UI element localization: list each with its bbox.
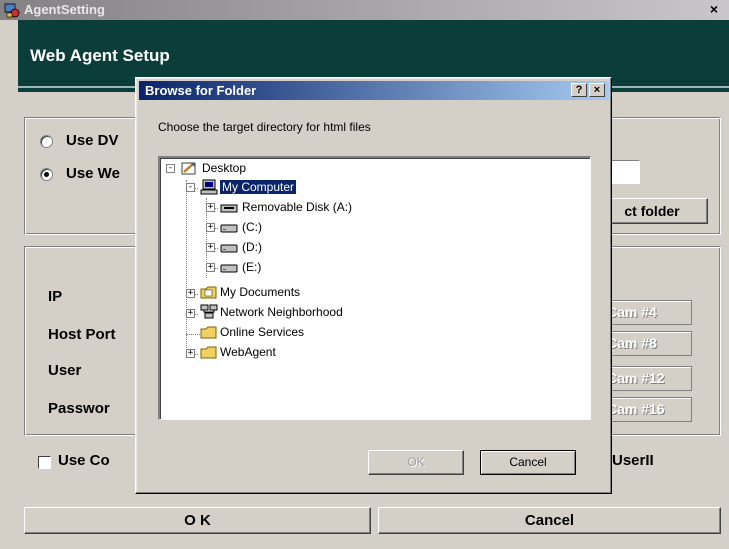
hard-drive-icon <box>220 264 238 273</box>
ip-label: IP <box>48 288 63 305</box>
folder-tree[interactable]: - Desktop - My Computer + Removable Disk… <box>158 156 591 420</box>
hard-drive-icon <box>220 244 238 253</box>
tree-item-removable-disk[interactable]: Removable Disk (A:) <box>242 200 352 214</box>
expander-drive-c[interactable]: + <box>206 223 215 232</box>
tree-item-webagent[interactable]: WebAgent <box>220 345 276 359</box>
documents-folder-icon <box>200 286 217 299</box>
tree-item-my-computer[interactable]: My Computer <box>220 180 297 194</box>
tree-item-network-neighborhood[interactable]: Network Neighborhood <box>220 305 343 319</box>
dialog-prompt: Choose the target directory for html fil… <box>158 120 371 134</box>
expander-my-documents[interactable]: + <box>186 289 195 298</box>
dialog-ok-button[interactable]: OK <box>368 450 464 475</box>
dialog-titlebar: Browse for Folder ? × <box>139 81 609 100</box>
computer-icon <box>200 179 218 195</box>
browse-folder-dialog: Browse for Folder ? × Choose the target … <box>135 77 612 494</box>
tree-item-my-documents[interactable]: My Documents <box>220 285 300 299</box>
host-port-label: Host Port <box>48 326 116 343</box>
main-titlebar: AgentSetting × <box>0 0 729 20</box>
expander-removable-disk[interactable]: + <box>206 203 215 212</box>
option-use-web-label: Use We <box>66 165 120 182</box>
tree-item-drive-c[interactable]: (C:) <box>242 220 262 234</box>
tree-item-drive-e[interactable]: (E:) <box>242 260 261 274</box>
expander-my-computer[interactable]: - <box>186 183 195 192</box>
help-icon[interactable]: ? <box>571 83 587 97</box>
select-folder-button[interactable]: ct folder <box>596 198 708 224</box>
expander-network[interactable]: + <box>186 309 195 318</box>
use-co-checkbox[interactable] <box>38 456 51 469</box>
cam-16-button[interactable]: Cam #16 <box>606 397 692 422</box>
setup-header-title: Web Agent Setup <box>30 46 170 65</box>
dialog-title: Browse for Folder <box>145 83 257 98</box>
app-icon <box>4 3 20 18</box>
radio-use-dv[interactable] <box>40 135 53 148</box>
ok-button[interactable]: O K <box>24 507 371 534</box>
use-co-label: Use Co <box>58 452 110 469</box>
floppy-drive-icon <box>220 204 238 213</box>
expander-desktop[interactable]: - <box>166 164 175 173</box>
folder-icon <box>200 326 217 339</box>
network-icon <box>200 304 218 319</box>
radio-use-web[interactable] <box>40 168 53 181</box>
folder-icon <box>200 346 217 359</box>
dialog-close-icon[interactable]: × <box>589 83 605 97</box>
userii-label: UserII <box>612 452 654 469</box>
expander-drive-e[interactable]: + <box>206 263 215 272</box>
option-use-dv-label: Use DV <box>66 132 119 149</box>
cam-12-button[interactable]: Cam #12 <box>606 366 692 391</box>
desktop-icon <box>181 162 196 175</box>
user-label: User <box>48 362 82 379</box>
tree-item-online-services[interactable]: Online Services <box>220 325 304 339</box>
password-label: Passwor <box>48 400 110 417</box>
tree-item-drive-d[interactable]: (D:) <box>242 240 262 254</box>
cam-4-button[interactable]: Cam #4 <box>606 300 692 325</box>
close-icon[interactable]: × <box>704 2 724 18</box>
expander-webagent[interactable]: + <box>186 349 195 358</box>
expander-drive-d[interactable]: + <box>206 243 215 252</box>
window-title: AgentSetting <box>24 2 105 17</box>
dialog-cancel-button[interactable]: Cancel <box>480 450 576 475</box>
cancel-button[interactable]: Cancel <box>378 507 721 534</box>
hard-drive-icon <box>220 224 238 233</box>
cam-8-button[interactable]: Cam #8 <box>606 331 692 356</box>
tree-item-desktop[interactable]: Desktop <box>202 161 246 175</box>
